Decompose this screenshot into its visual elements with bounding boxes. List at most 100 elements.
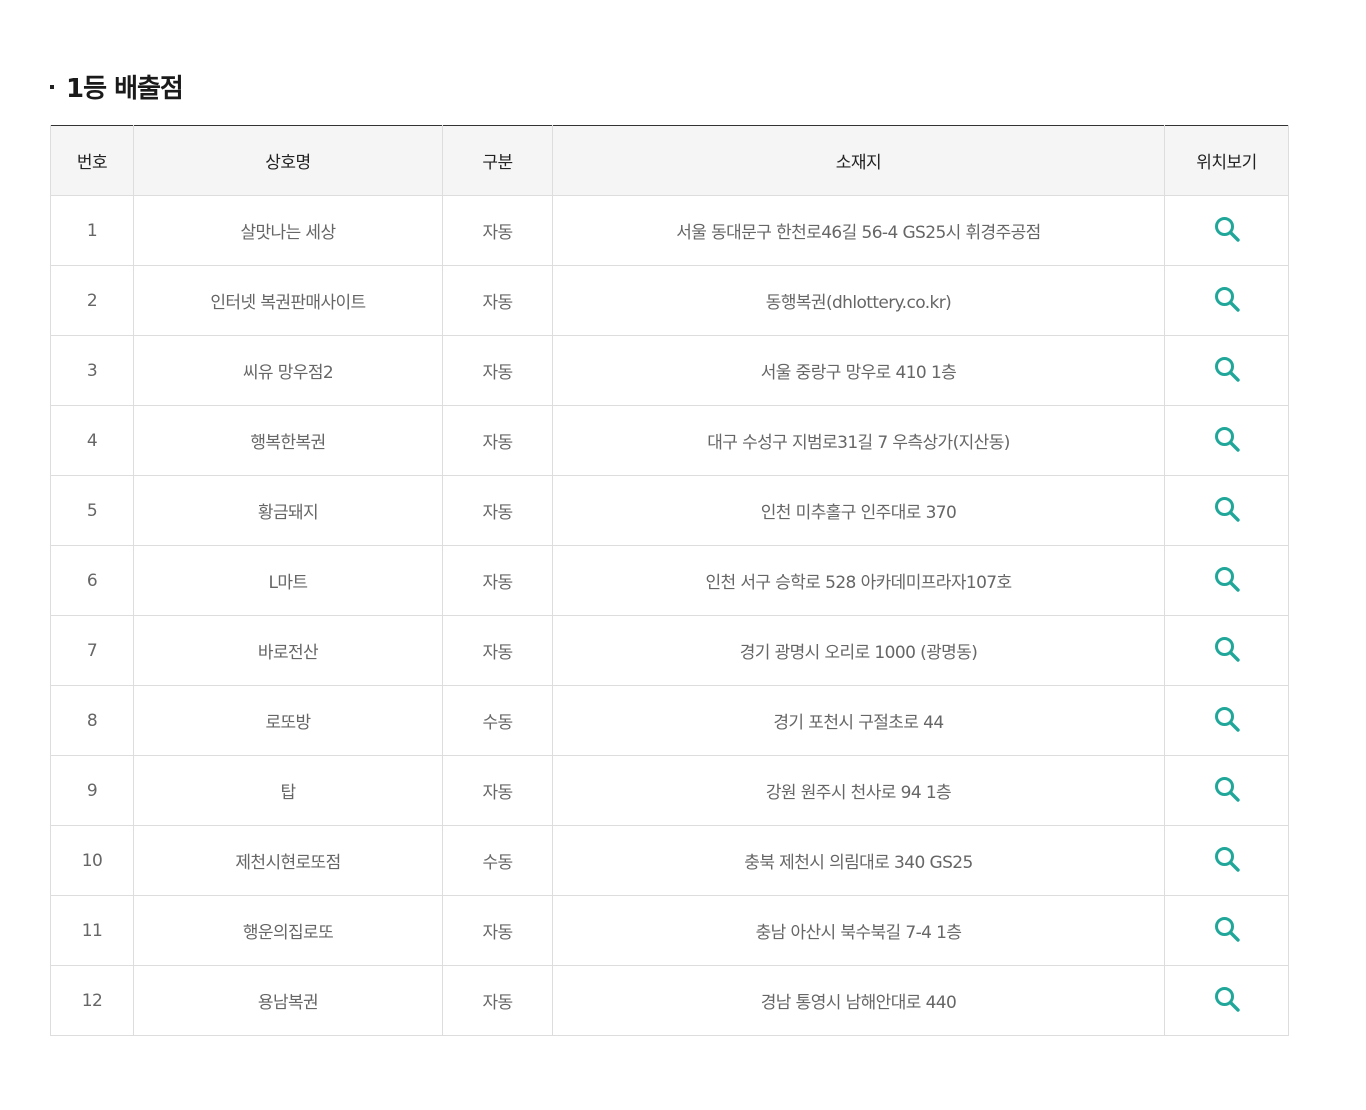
row-number: 5 [50, 475, 134, 546]
row-type: 수동 [442, 825, 553, 896]
row-location-cell [1164, 405, 1289, 476]
row-store-name: 바로전산 [133, 615, 443, 686]
row-location-cell [1164, 965, 1289, 1036]
row-number: 12 [50, 965, 134, 1036]
view-location-button[interactable] [1211, 283, 1243, 315]
search-icon [1214, 777, 1240, 802]
table-header: 번호 상호명 구분 소재지 위치보기 [50, 125, 1289, 196]
table-row: 9 탑 자동 강원 원주시 천사로 94 1층 [50, 755, 1289, 826]
table-row: 3 씨유 망우점2 자동 서울 중랑구 망우로 410 1층 [50, 335, 1289, 406]
row-store-name: L마트 [133, 545, 443, 616]
section-title: 1등 배출점 [66, 73, 184, 104]
row-number: 11 [50, 895, 134, 966]
view-location-button[interactable] [1211, 633, 1243, 665]
table-row: 8 로또방 수동 경기 포천시 구절초로 44 [50, 685, 1289, 756]
row-number: 6 [50, 545, 134, 616]
search-icon [1214, 357, 1240, 382]
row-type: 자동 [442, 335, 553, 406]
row-store-name: 행운의집로또 [133, 895, 443, 966]
row-number: 4 [50, 405, 134, 476]
row-address: 동행복권(dhlottery.co.kr) [552, 265, 1165, 336]
row-address: 대구 수성구 지범로31길 7 우측상가(지산동) [552, 405, 1165, 476]
view-location-button[interactable] [1211, 493, 1243, 525]
search-icon [1214, 917, 1240, 942]
row-type: 자동 [442, 475, 553, 546]
row-address: 서울 중랑구 망우로 410 1층 [552, 335, 1165, 406]
search-icon [1214, 987, 1240, 1012]
row-store-name: 로또방 [133, 685, 443, 756]
search-icon [1214, 287, 1240, 312]
row-location-cell [1164, 825, 1289, 896]
table-row: 2 인터넷 복권판매사이트 자동 동행복권(dhlottery.co.kr) [50, 265, 1289, 336]
row-number: 2 [50, 265, 134, 336]
table-row: 11 행운의집로또 자동 충남 아산시 북수북길 7-4 1층 [50, 895, 1289, 966]
table-row: 1 살맛나는 세상 자동 서울 동대문구 한천로46길 56-4 GS25시 휘… [50, 195, 1289, 266]
table-row: 12 용남복권 자동 경남 통영시 남해안대로 440 [50, 965, 1289, 1036]
table-row: 4 행복한복권 자동 대구 수성구 지범로31길 7 우측상가(지산동) [50, 405, 1289, 476]
winners-table-wrapper: 번호 상호명 구분 소재지 위치보기 1 살맛나는 세상 자동 서울 동대문구 … [50, 125, 1289, 1036]
row-location-cell [1164, 475, 1289, 546]
search-icon [1214, 847, 1240, 872]
row-type: 자동 [442, 545, 553, 616]
row-store-name: 인터넷 복권판매사이트 [133, 265, 443, 336]
header-number: 번호 [50, 125, 134, 196]
row-address: 인천 미추홀구 인주대로 370 [552, 475, 1165, 546]
view-location-button[interactable] [1211, 983, 1243, 1015]
search-icon [1214, 637, 1240, 662]
row-type: 자동 [442, 965, 553, 1036]
row-location-cell [1164, 615, 1289, 686]
table-row: 6 L마트 자동 인천 서구 승학로 528 아카데미프라자107호 [50, 545, 1289, 616]
row-address: 경기 광명시 오리로 1000 (광명동) [552, 615, 1165, 686]
row-store-name: 행복한복권 [133, 405, 443, 476]
row-location-cell [1164, 265, 1289, 336]
row-location-cell [1164, 335, 1289, 406]
row-type: 수동 [442, 685, 553, 756]
search-icon [1214, 497, 1240, 522]
view-location-button[interactable] [1211, 563, 1243, 595]
row-type: 자동 [442, 615, 553, 686]
header-address: 소재지 [552, 125, 1165, 196]
row-address: 경기 포천시 구절초로 44 [552, 685, 1165, 756]
search-icon [1214, 707, 1240, 732]
table-row: 7 바로전산 자동 경기 광명시 오리로 1000 (광명동) [50, 615, 1289, 686]
row-address: 서울 동대문구 한천로46길 56-4 GS25시 휘경주공점 [552, 195, 1165, 266]
view-location-button[interactable] [1211, 213, 1243, 245]
view-location-button[interactable] [1211, 773, 1243, 805]
bullet-icon [50, 85, 54, 89]
row-number: 8 [50, 685, 134, 756]
row-type: 자동 [442, 405, 553, 476]
row-location-cell [1164, 895, 1289, 966]
view-location-button[interactable] [1211, 913, 1243, 945]
row-type: 자동 [442, 265, 553, 336]
row-address: 경남 통영시 남해안대로 440 [552, 965, 1165, 1036]
row-number: 3 [50, 335, 134, 406]
view-location-button[interactable] [1211, 843, 1243, 875]
row-store-name: 씨유 망우점2 [133, 335, 443, 406]
row-number: 1 [50, 195, 134, 266]
row-store-name: 황금돼지 [133, 475, 443, 546]
header-row: 번호 상호명 구분 소재지 위치보기 [50, 125, 1289, 196]
table-row: 5 황금돼지 자동 인천 미추홀구 인주대로 370 [50, 475, 1289, 546]
row-number: 7 [50, 615, 134, 686]
row-location-cell [1164, 685, 1289, 756]
row-store-name: 제천시현로또점 [133, 825, 443, 896]
row-number: 9 [50, 755, 134, 826]
search-icon [1214, 427, 1240, 452]
view-location-button[interactable] [1211, 703, 1243, 735]
row-store-name: 살맛나는 세상 [133, 195, 443, 266]
winners-table: 번호 상호명 구분 소재지 위치보기 1 살맛나는 세상 자동 서울 동대문구 … [50, 125, 1289, 1036]
search-icon [1214, 567, 1240, 592]
row-address: 충북 제천시 의림대로 340 GS25 [552, 825, 1165, 896]
search-icon [1214, 217, 1240, 242]
row-type: 자동 [442, 755, 553, 826]
table-row: 10 제천시현로또점 수동 충북 제천시 의림대로 340 GS25 [50, 825, 1289, 896]
header-location: 위치보기 [1164, 125, 1289, 196]
header-store-name: 상호명 [133, 125, 443, 196]
row-location-cell [1164, 755, 1289, 826]
section-heading: 1등 배출점 [50, 66, 184, 106]
view-location-button[interactable] [1211, 423, 1243, 455]
row-type: 자동 [442, 895, 553, 966]
table-body: 1 살맛나는 세상 자동 서울 동대문구 한천로46길 56-4 GS25시 휘… [50, 195, 1289, 1036]
view-location-button[interactable] [1211, 353, 1243, 385]
row-location-cell [1164, 195, 1289, 266]
